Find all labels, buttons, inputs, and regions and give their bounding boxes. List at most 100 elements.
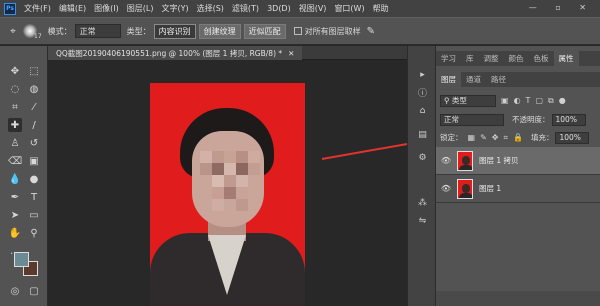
history-icon[interactable]: ▸ [416, 68, 429, 81]
healing-brush-tool-icon[interactable]: ✚ [8, 118, 22, 132]
photoshop-logo: Ps [4, 2, 16, 15]
menu-image[interactable]: 图像(I) [90, 3, 123, 14]
blend-mode-select[interactable]: 正常 [440, 113, 504, 126]
pen-tool-icon[interactable]: ✒ [8, 190, 22, 204]
brush-size: 17 [34, 32, 42, 40]
menu-select[interactable]: 选择(S) [193, 3, 228, 14]
document-tab[interactable]: QQ截图20190406190551.png @ 100% (图层 1 拷贝, … [48, 46, 303, 60]
path-select-tool-icon[interactable]: ➤ [8, 208, 22, 222]
menu-file[interactable]: 文件(F) [20, 3, 55, 14]
brush-settings-icon[interactable]: ⁂ [416, 196, 429, 209]
top-panel-tabs: 学习 库 调整 颜色 色板 属性 [436, 51, 600, 66]
panel-icon-strip: ▸ ⓘ ⌂ ▤ ⚙ ⁂ ⇋ [407, 46, 436, 306]
move-tool-icon[interactable]: ✥ [8, 64, 22, 78]
shape-tool-icon[interactable]: ▭ [27, 208, 41, 222]
quick-select-tool-icon[interactable]: ◍ [27, 82, 41, 96]
lock-position-icon[interactable]: ✥ [492, 133, 499, 142]
opacity-input[interactable]: 100% [551, 113, 586, 126]
layers-panel-tabs: 图层 通道 路径 [436, 72, 600, 87]
layer-filter-row: ⚲ 类型 ▣ ◐ T ▢ ⧉ ● [436, 93, 600, 108]
menu-filter[interactable]: 滤镜(T) [228, 3, 263, 14]
menu-3d[interactable]: 3D(D) [263, 4, 295, 13]
layer-name: 图层 1 拷贝 [479, 156, 519, 165]
proximity-match-button[interactable]: 近似匹配 [243, 23, 286, 39]
type-label: 类型： [126, 26, 151, 36]
lock-all-icon[interactable]: 🔒 [513, 133, 523, 142]
hand-tool-icon[interactable]: ✋ [8, 226, 22, 240]
menu-edit[interactable]: 编辑(E) [55, 3, 90, 14]
layer-filter-label: 类型 [451, 96, 467, 105]
visibility-eye-icon[interactable]: 👁 [439, 156, 453, 165]
history-brush-tool-icon[interactable]: ↺ [27, 136, 41, 150]
eraser-tool-icon[interactable]: ⌫ [8, 154, 22, 168]
stamp-tool-icon[interactable]: ♙ [8, 136, 22, 150]
gradient-tool-icon[interactable]: ▣ [27, 154, 41, 168]
visibility-eye-icon[interactable]: 👁 [439, 184, 453, 193]
photoshop-window: Ps 文件(F) 编辑(E) 图像(I) 图层(L) 文字(Y) 选择(S) 滤… [0, 0, 600, 306]
crop-tool-icon[interactable]: ⌗ [8, 100, 22, 114]
lasso-tool-icon[interactable]: ◌ [8, 82, 22, 96]
filter-shape-icon[interactable]: ▢ [535, 96, 543, 105]
blur-tool-icon[interactable]: 💧 [8, 172, 22, 186]
filter-type-icon[interactable]: T [526, 96, 531, 105]
lock-label: 锁定： [440, 133, 463, 142]
layers-panel: 学习 库 调整 颜色 色板 属性 图层 通道 路径 ⚲ 类型 ▣ ◐ T ▢ ⧉… [436, 46, 600, 306]
foreground-color-swatch[interactable] [14, 252, 29, 267]
tools-panel: ✥ ⬚ ◌ ◍ ⌗ ⁄ ✚ / ♙ ↺ ⌫ ▣ 💧 ● ✒ T ➤ ▭ ✋ ⚲ … [0, 46, 48, 306]
tab-swatches[interactable]: 色板 [529, 51, 554, 66]
screen-mode-icon[interactable]: ▢ [27, 284, 41, 298]
menu-bar: Ps 文件(F) 编辑(E) 图像(I) 图层(L) 文字(Y) 选择(S) 滤… [0, 0, 600, 17]
filter-adjust-icon[interactable]: ◐ [514, 96, 521, 105]
lock-row: 锁定： ▦ ✎ ✥ ⌗ 🔒 填充： 100% [436, 130, 600, 145]
menu-help[interactable]: 帮助 [369, 3, 393, 14]
tab-color[interactable]: 颜色 [504, 51, 529, 66]
layer-row-base[interactable]: 👁 图层 1 [436, 175, 600, 203]
navigator-icon[interactable]: ▤ [416, 128, 429, 141]
actions-icon[interactable]: ⌂ [416, 104, 429, 117]
layer-thumbnail [457, 150, 473, 171]
adjust-icon[interactable]: ⚙ [416, 151, 429, 164]
menu-view[interactable]: 视图(V) [295, 3, 331, 14]
pressure-icon[interactable]: ✎ [367, 26, 375, 37]
layer-filter-select[interactable]: ⚲ 类型 [440, 94, 496, 107]
eyedropper-tool-icon[interactable]: ⁄ [27, 100, 41, 114]
filter-toggle-icon[interactable]: ● [559, 96, 566, 105]
menu-type[interactable]: 文字(Y) [157, 3, 192, 14]
type-tool-icon[interactable]: T [27, 190, 41, 204]
tab-layers[interactable]: 图层 [436, 72, 461, 87]
layers-footer [436, 291, 600, 306]
patch-tool-icon[interactable]: ⌖ [6, 24, 20, 38]
tab-libraries[interactable]: 库 [461, 51, 479, 66]
sample-all-label: 对所有图层取样 [304, 26, 361, 36]
tab-paths[interactable]: 路径 [486, 72, 511, 87]
filter-pixel-icon[interactable]: ▣ [501, 96, 509, 105]
tab-properties[interactable]: 属性 [553, 51, 579, 66]
content-aware-button[interactable]: 内容识别 [153, 23, 196, 39]
layer-row-copy[interactable]: 👁 图层 1 拷贝 [436, 147, 600, 175]
sample-all-checkbox[interactable] [293, 27, 302, 35]
fill-input[interactable]: 100% [555, 131, 590, 144]
tab-learn[interactable]: 学习 [436, 51, 461, 66]
tab-adjustments[interactable]: 调整 [479, 51, 504, 66]
mode-label: 模式： [47, 26, 72, 36]
filter-smart-icon[interactable]: ⧉ [548, 96, 554, 106]
menu-layer[interactable]: 图层(L) [123, 3, 158, 14]
close-tab-icon[interactable]: ✕ [288, 49, 294, 58]
menu-window[interactable]: 窗口(W) [330, 3, 368, 14]
blend-row: 正常 不透明度： 100% [436, 112, 600, 127]
lock-transparent-icon[interactable]: ▦ [468, 133, 476, 142]
canvas-photo[interactable] [150, 83, 305, 306]
clone-source-icon[interactable]: ⇋ [416, 214, 429, 227]
brush-tool-icon[interactable]: / [27, 118, 41, 132]
mode-select[interactable]: 正常 [74, 24, 121, 38]
lock-artboard-icon[interactable]: ⌗ [503, 133, 508, 143]
tab-channels[interactable]: 通道 [461, 72, 486, 87]
quick-mask-icon[interactable]: ◎ [8, 284, 22, 298]
properties-icon[interactable]: ⓘ [416, 86, 429, 99]
dodge-tool-icon[interactable]: ● [27, 172, 41, 186]
create-texture-button[interactable]: 创建纹理 [198, 23, 241, 39]
marquee-tool-icon[interactable]: ⬚ [27, 64, 41, 78]
zoom-tool-icon[interactable]: ⚲ [27, 226, 41, 240]
lock-image-icon[interactable]: ✎ [480, 133, 487, 142]
window-controls[interactable]: — ▫ ✕ [529, 3, 594, 12]
